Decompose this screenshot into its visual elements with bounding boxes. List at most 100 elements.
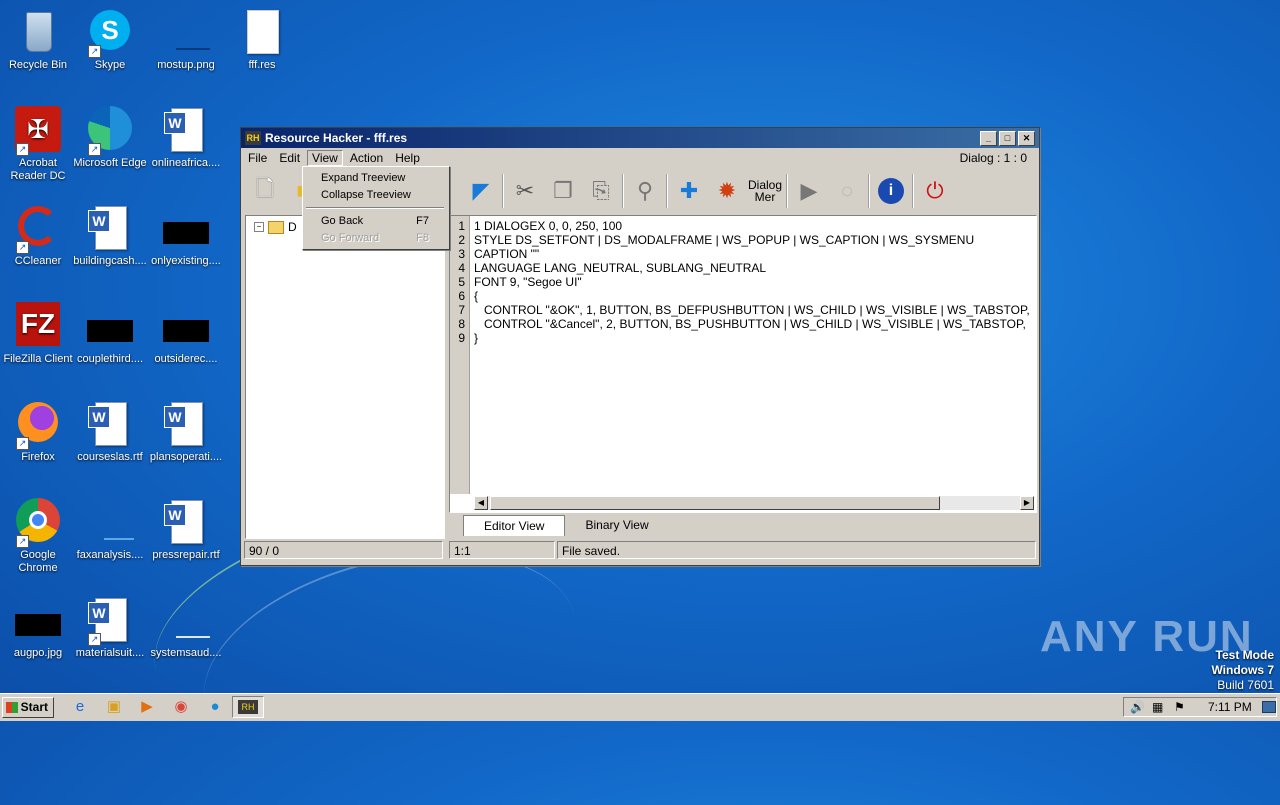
menu-file[interactable]: File <box>243 150 272 166</box>
dialog-merge-icon[interactable]: Dialog Mer <box>748 174 782 208</box>
build-line: Build 7601 <box>1217 678 1274 692</box>
desktop-icon-mostup[interactable]: mostup.png <box>148 8 224 72</box>
desktop-icon-skype[interactable]: S ↗ Skype <box>72 8 148 72</box>
search-icon[interactable]: ⚲ <box>628 174 662 208</box>
menu-action[interactable]: Action <box>345 150 388 166</box>
resource-tree[interactable]: − D <box>245 215 445 539</box>
lightbulb-icon[interactable]: ○ <box>830 174 864 208</box>
code-line: FONT 9, "Segoe UI" <box>474 275 582 289</box>
explorer-icon[interactable]: ▣ <box>104 698 124 716</box>
scroll-right-icon[interactable]: ▶ <box>1020 496 1034 510</box>
desktop-icon-faxanalysis[interactable]: faxanalysis.... <box>72 498 148 562</box>
power-icon[interactable]: ⏻ <box>918 174 952 208</box>
word-doc-icon: W <box>86 400 134 448</box>
desktop-icon-chrome[interactable]: ↗ Google Chrome <box>0 498 76 575</box>
flag-icon[interactable]: ⚑ <box>1174 700 1185 714</box>
play-icon[interactable]: ▶ <box>792 174 826 208</box>
resource-hacker-taskbar-icon: RH <box>238 700 258 714</box>
code-line: LANGUAGE LANG_NEUTRAL, SUBLANG_NEUTRAL <box>474 261 767 275</box>
line-number: 8 <box>458 317 465 331</box>
dialog-merge-label: Dialog <box>747 177 783 192</box>
collapse-icon[interactable]: − <box>254 222 264 232</box>
blank-file-icon <box>162 596 210 644</box>
menu-item-shortcut: F8 <box>416 232 429 244</box>
tab-binary-view[interactable]: Binary View <box>565 515 668 536</box>
word-doc-icon: W <box>162 498 210 546</box>
status-count: 90 / 0 <box>244 541 443 559</box>
desktop-icon-materialsuit[interactable]: W ↗ materialsuit.... <box>72 596 148 660</box>
code-editor[interactable]: 1 2 3 4 5 6 7 8 9 1 DIALOGEX 0, 0, 250, … <box>449 215 1037 513</box>
black-file-icon <box>162 204 210 252</box>
word-doc-icon: W <box>162 106 210 154</box>
word-doc-icon: W ↗ <box>86 596 134 646</box>
copy-icon[interactable]: ❐ <box>546 174 580 208</box>
desktop-icon-recycle-bin[interactable]: Recycle Bin <box>0 8 76 72</box>
ie-icon[interactable]: e <box>70 698 90 716</box>
tree-node-dialog[interactable]: − D <box>254 220 297 234</box>
desktop-icon-buildingcash[interactable]: W buildingcash.... <box>72 204 148 268</box>
menu-item-expand-treeview[interactable]: Expand Treeview <box>321 170 441 186</box>
arrow-icon[interactable]: ◤ <box>464 174 498 208</box>
show-desktop-icon[interactable] <box>1262 701 1276 713</box>
image-resource-icon[interactable]: ✹ <box>710 174 744 208</box>
chrome-icon[interactable]: ◉ <box>171 698 191 716</box>
network-icon[interactable]: ▦ <box>1152 700 1163 714</box>
info-icon[interactable]: i <box>874 174 908 208</box>
menu-view[interactable]: View <box>307 149 343 166</box>
tab-editor-view[interactable]: Editor View <box>463 515 566 536</box>
menu-bar: File Edit View Action Help Dialog : 1 : … <box>241 148 1039 167</box>
scroll-left-icon[interactable]: ◀ <box>474 496 488 510</box>
firefox-icon: ↗ <box>14 400 62 450</box>
line-number: 7 <box>458 303 465 317</box>
tab-binary-label: Binary View <box>585 518 649 532</box>
edge-icon: ↗ <box>86 106 134 156</box>
media-player-icon[interactable]: ▶ <box>137 698 157 716</box>
desktop-icon-acrobat[interactable]: ✠ ↗ Acrobat Reader DC <box>0 106 76 183</box>
desktop-icon-edge[interactable]: ↗ Microsoft Edge <box>72 106 148 170</box>
desktop-icon-onlineafrica[interactable]: W onlineafrica.... <box>148 106 224 170</box>
add-resource-icon[interactable]: ✚ <box>672 174 706 208</box>
view-menu-dropdown: Expand Treeview Collapse Treeview Go Bac… <box>302 166 450 250</box>
desktop-icon-firefox[interactable]: ↗ Firefox <box>0 400 76 464</box>
windows-logo-icon <box>6 702 18 713</box>
acrobat-icon: ✠ ↗ <box>14 106 62 156</box>
chrome-icon: ↗ <box>14 498 62 548</box>
speaker-icon[interactable]: 🔊 <box>1130 700 1145 714</box>
taskbar-resource-hacker[interactable]: RH <box>232 696 264 718</box>
desktop-icon-ccleaner[interactable]: ↗ CCleaner <box>0 204 76 268</box>
edge-icon[interactable]: ● <box>205 698 225 716</box>
desktop-icon-filezilla[interactable]: FZ FileZilla Client <box>0 302 76 366</box>
desktop-icon-pressrepair[interactable]: W pressrepair.rtf <box>148 498 224 562</box>
menu-item-label: Collapse Treeview <box>321 189 411 201</box>
paste-icon[interactable]: ⎘ <box>584 174 618 208</box>
desktop-icon-fff-res[interactable]: fff.res <box>224 8 300 72</box>
minimize-button[interactable]: _ <box>980 130 997 146</box>
new-file-icon[interactable]: 🗋 <box>248 174 282 208</box>
menu-item-label: Expand Treeview <box>321 172 406 184</box>
dialog-status: Dialog : 1 : 0 <box>959 151 1027 165</box>
code-text[interactable]: 1 DIALOGEX 0, 0, 250, 100 STYLE DS_SETFO… <box>474 219 1034 345</box>
cut-icon[interactable]: ✂ <box>508 174 542 208</box>
close-button[interactable]: ✕ <box>1018 130 1035 146</box>
start-button[interactable]: Start <box>2 697 54 718</box>
dialog-merge-sub: Mer <box>754 189 776 204</box>
desktop-icon-outsiderec[interactable]: outsiderec.... <box>148 302 224 366</box>
desktop-icon-plansoperati[interactable]: W plansoperati.... <box>148 400 224 464</box>
desktop-icon-courseslas[interactable]: W courseslas.rtf <box>72 400 148 464</box>
desktop-icon-couplethird[interactable]: couplethird.... <box>72 302 148 366</box>
desktop-icon-systemsaud[interactable]: systemsaud.... <box>148 596 224 660</box>
line-number: 9 <box>458 331 465 345</box>
clock[interactable]: 7:11 PM <box>1208 698 1252 716</box>
maximize-button[interactable]: □ <box>999 130 1016 146</box>
desktop-icon-augpo[interactable]: augpo.jpg <box>0 596 76 660</box>
title-bar[interactable]: RH Resource Hacker - fff.res _ □ ✕ <box>241 128 1039 148</box>
desktop-icon-onlyexisting[interactable]: onlyexisting.... <box>148 204 224 268</box>
menu-edit[interactable]: Edit <box>274 150 305 166</box>
file-icon <box>238 8 286 56</box>
menu-item-go-back[interactable]: Go Back F7 <box>321 213 441 229</box>
horizontal-scrollbar[interactable]: ◀ ▶ <box>474 496 1034 510</box>
scroll-thumb[interactable] <box>490 496 940 510</box>
menu-item-collapse-treeview[interactable]: Collapse Treeview <box>321 187 441 203</box>
menu-help[interactable]: Help <box>390 150 425 166</box>
black-file-icon <box>162 302 210 350</box>
